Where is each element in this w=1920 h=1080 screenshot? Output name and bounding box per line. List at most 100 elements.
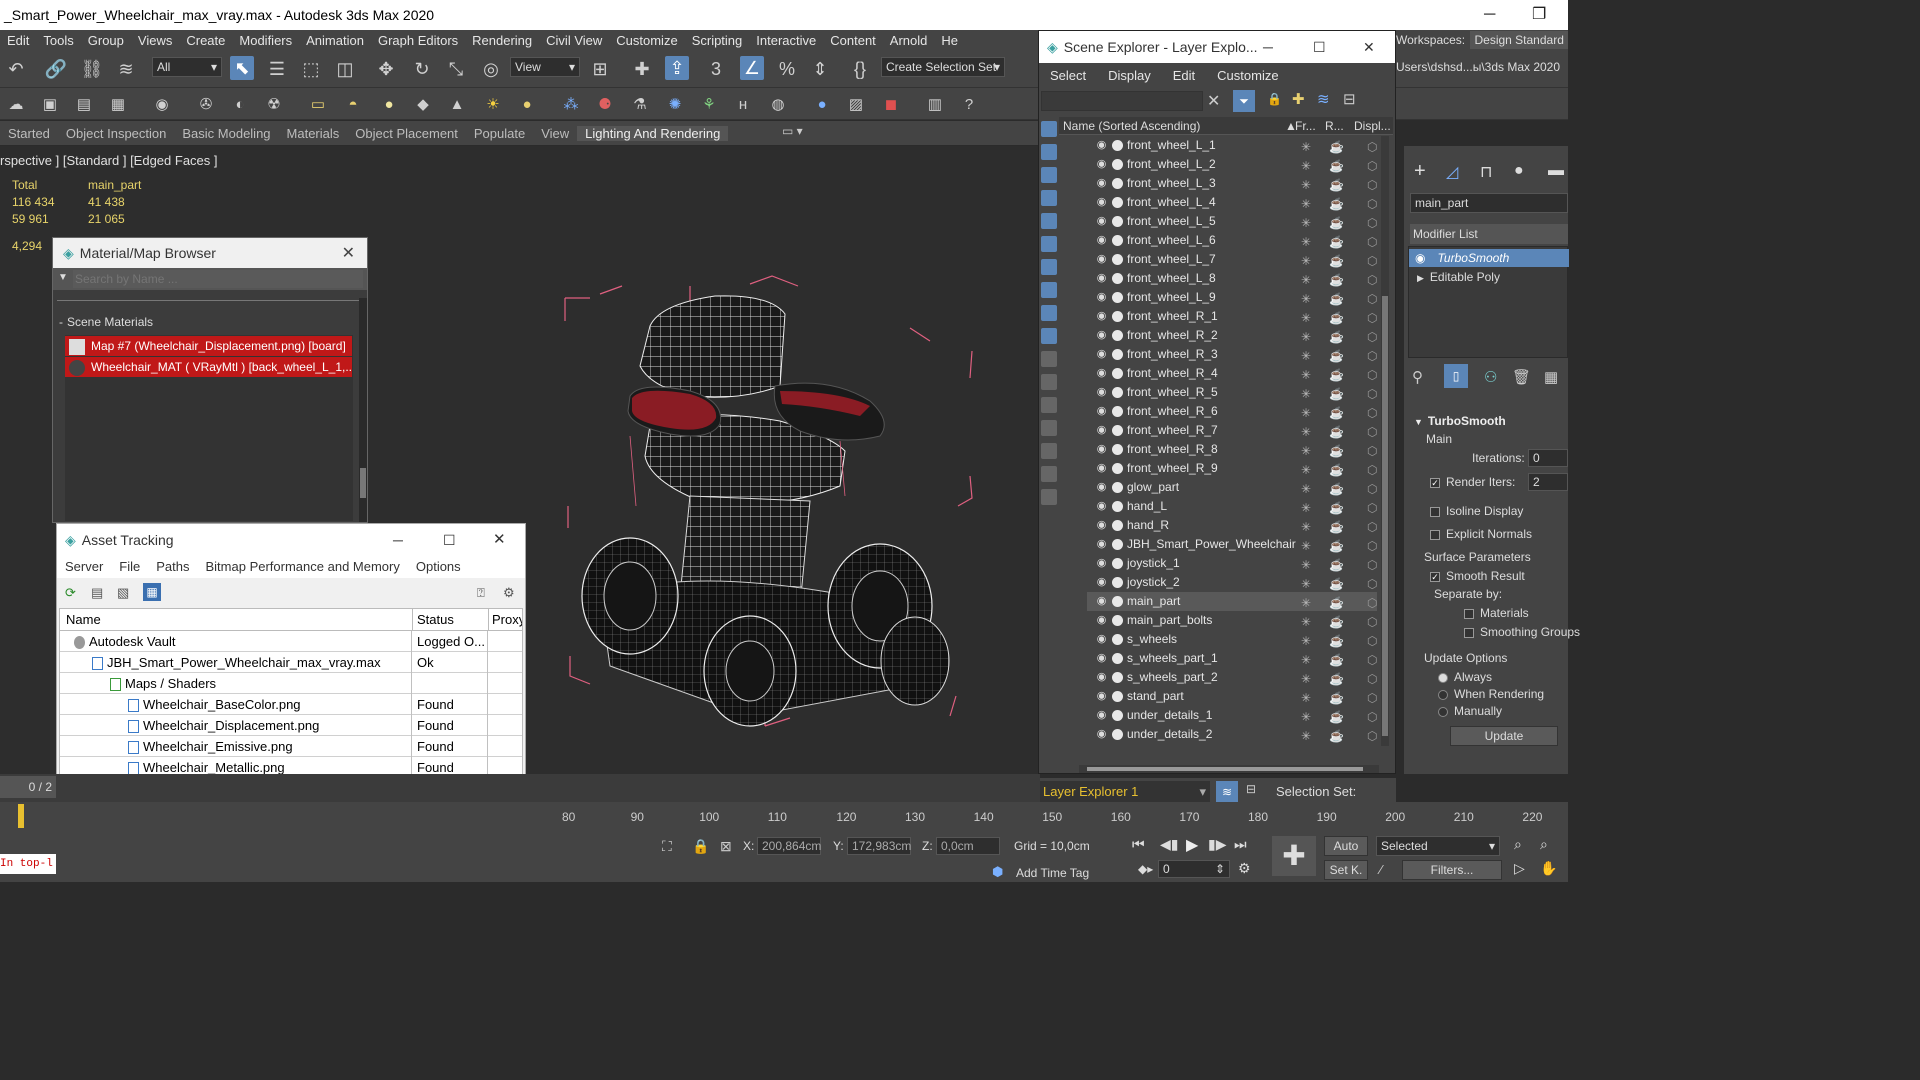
isoline-display-checkbox[interactable]: Isoline Display bbox=[1430, 504, 1523, 518]
visibility-eye-icon[interactable]: ◉ bbox=[1095, 728, 1108, 741]
asset-menu-server[interactable]: Server bbox=[57, 556, 111, 578]
time-slider[interactable]: 0 / 2 bbox=[0, 774, 1040, 802]
vray-frame-buffer-icon[interactable]: ▨ bbox=[844, 92, 868, 116]
scene-object-row[interactable]: ◉ front_wheel_R_8 ✳ ☕ ⬡ bbox=[1087, 440, 1377, 459]
modifier-turbosmooth[interactable]: ◉ TurboSmooth bbox=[1409, 249, 1569, 267]
visibility-eye-icon[interactable]: ◉ bbox=[1095, 424, 1108, 437]
fur-object-icon[interactable]: ⚘ bbox=[697, 92, 721, 116]
go-to-end-icon[interactable]: ⏭ bbox=[1234, 836, 1247, 853]
light-bulb-icon[interactable] bbox=[1112, 197, 1123, 208]
light-bulb-icon[interactable] bbox=[1112, 387, 1123, 398]
spinner-snap-icon[interactable]: ⇕ bbox=[808, 57, 832, 81]
link-icon[interactable]: 🔗 bbox=[44, 57, 68, 81]
visibility-eye-icon[interactable]: ◉ bbox=[1095, 538, 1108, 551]
scene-object-row[interactable]: ◉ front_wheel_L_1 ✳ ☕ ⬡ bbox=[1087, 136, 1377, 155]
x-coordinate-field[interactable]: 200,864cm bbox=[757, 837, 821, 855]
select-by-name-icon[interactable]: ☰ bbox=[265, 57, 289, 81]
key-filter-dropdown[interactable]: Selected ▾ bbox=[1376, 836, 1500, 856]
menu-customize[interactable]: Customize bbox=[609, 33, 684, 48]
filter-display-none-icon[interactable] bbox=[1041, 420, 1057, 436]
menu-animation[interactable]: Animation bbox=[299, 33, 371, 48]
visibility-eye-icon[interactable]: ◉ bbox=[1095, 177, 1108, 190]
filter-invert-icon[interactable] bbox=[1041, 443, 1057, 459]
light-bulb-icon[interactable] bbox=[1112, 368, 1123, 379]
renderable-teapot-icon[interactable]: ☕ bbox=[1329, 727, 1344, 746]
asset-menu-options[interactable]: Options bbox=[408, 556, 469, 578]
column-name-sorted[interactable]: Name (Sorted Ascending) bbox=[1063, 117, 1200, 135]
visibility-eye-icon[interactable]: ◉ bbox=[1095, 557, 1108, 570]
scene-list-scrollbar[interactable] bbox=[1381, 136, 1389, 746]
scene-object-row[interactable]: ◉ under_details_2 ✳ ☕ ⬡ bbox=[1087, 725, 1377, 744]
rectangular-selection-icon[interactable]: ⬚ bbox=[299, 57, 323, 81]
play-icon[interactable]: ▶ bbox=[1186, 835, 1198, 855]
smoothing-groups-checkbox[interactable]: Smoothing Groups bbox=[1464, 625, 1580, 639]
light-bulb-icon[interactable] bbox=[1112, 444, 1123, 455]
absolute-mode-icon[interactable]: ⊠ bbox=[720, 838, 732, 855]
show-end-result-icon[interactable]: ▯ bbox=[1444, 364, 1468, 388]
filter-bone-icon[interactable] bbox=[1041, 305, 1057, 321]
scene-object-row[interactable]: ◉ joystick_2 ✳ ☕ ⬡ bbox=[1087, 573, 1377, 592]
close-icon[interactable]: ✕ bbox=[342, 243, 355, 263]
keyboard-shortcut-override-icon[interactable]: ⇪ bbox=[665, 56, 689, 80]
scene-object-row[interactable]: ◉ front_wheel_R_3 ✳ ☕ ⬡ bbox=[1087, 345, 1377, 364]
key-filters-icon[interactable]: ⁄ bbox=[1380, 862, 1382, 877]
menu-create[interactable]: Create bbox=[179, 33, 232, 48]
menu-edit[interactable]: Edit bbox=[0, 33, 36, 48]
reference-coordinate-dropdown[interactable]: View ▾ bbox=[510, 57, 580, 77]
update-always-radio[interactable]: Always bbox=[1438, 670, 1492, 684]
menu-arnold[interactable]: Arnold bbox=[883, 33, 935, 48]
menu-tools[interactable]: Tools bbox=[36, 33, 80, 48]
filter-frozen-icon[interactable] bbox=[1041, 351, 1057, 367]
visibility-eye-icon[interactable]: ◉ bbox=[1095, 367, 1108, 380]
visibility-eye-icon[interactable]: ◉ bbox=[1095, 196, 1108, 209]
visibility-eye-icon[interactable]: ◉ bbox=[1095, 310, 1108, 323]
cloud-icon[interactable]: ☁ bbox=[4, 92, 28, 116]
ribbon-tab-started[interactable]: Started bbox=[0, 126, 58, 141]
visibility-eye-icon[interactable]: ◉ bbox=[1095, 652, 1108, 665]
hierarchy-mode-icon[interactable]: ⊟ bbox=[1246, 782, 1256, 796]
motion-tab-icon[interactable]: ● bbox=[1514, 162, 1524, 180]
hf-icon[interactable]: ʜ bbox=[731, 92, 755, 116]
settings-icon[interactable]: ⚙ bbox=[503, 585, 515, 601]
light-bulb-icon[interactable] bbox=[1112, 634, 1123, 645]
update-when-rendering-radio[interactable]: When Rendering bbox=[1438, 687, 1544, 701]
scene-object-row[interactable]: ◉ under_details_1 ✳ ☕ ⬡ bbox=[1087, 706, 1377, 725]
minimize-button[interactable]: ─ bbox=[1484, 0, 1495, 30]
maxscript-listener[interactable]: In top-l bbox=[0, 854, 56, 874]
scene-object-row[interactable]: ◉ front_wheel_L_2 ✳ ☕ ⬡ bbox=[1087, 155, 1377, 174]
sphere-light-icon[interactable]: ● bbox=[377, 92, 401, 116]
material-item-displacement[interactable]: Map #7 (Wheelchair_Displacement.png) [bo… bbox=[65, 336, 352, 356]
add-time-tag-button[interactable]: Add Time Tag bbox=[1016, 866, 1089, 880]
pin-stack-icon[interactable]: ⚲ bbox=[1412, 368, 1423, 386]
close-icon[interactable]: ✕ bbox=[1363, 31, 1375, 63]
mesh-light-icon[interactable]: ◆ bbox=[411, 92, 435, 116]
explicit-normals-checkbox[interactable]: Explicit Normals bbox=[1430, 527, 1532, 541]
restore-button[interactable]: ❐ bbox=[1532, 0, 1546, 30]
menu-group[interactable]: Group bbox=[81, 33, 131, 48]
select-manipulate-icon[interactable]: ✚ bbox=[630, 57, 654, 81]
scene-object-row[interactable]: ◉ front_wheel_L_7 ✳ ☕ ⬡ bbox=[1087, 250, 1377, 269]
isolate-selection-icon[interactable]: ⛶ bbox=[662, 838, 672, 855]
column-display[interactable]: Displ... bbox=[1354, 117, 1391, 135]
selection-lock-icon[interactable]: 🔒 bbox=[692, 838, 709, 855]
scene-object-row[interactable]: ◉ s_wheels_part_2 ✳ ☕ ⬡ bbox=[1087, 668, 1377, 687]
light-bulb-icon[interactable] bbox=[1112, 691, 1123, 702]
ribbon-tab-object-inspection[interactable]: Object Inspection bbox=[58, 126, 174, 141]
refresh-icon[interactable]: ⟳ bbox=[65, 585, 76, 601]
asset-row[interactable]: Wheelchair_BaseColor.png Found bbox=[60, 694, 522, 715]
lock-icon[interactable]: 🔒 bbox=[1267, 92, 1282, 106]
light-bulb-icon[interactable] bbox=[1112, 349, 1123, 360]
scene-object-row[interactable]: ◉ joystick_1 ✳ ☕ ⬡ bbox=[1087, 554, 1377, 573]
column-renderable[interactable]: R... bbox=[1325, 117, 1344, 135]
scene-object-row[interactable]: ◉ s_wheels ✳ ☕ ⬡ bbox=[1087, 630, 1377, 649]
update-manually-radio[interactable]: Manually bbox=[1438, 704, 1502, 718]
light-bulb-icon[interactable] bbox=[1112, 406, 1123, 417]
filter-icon[interactable]: ⏷ bbox=[1233, 90, 1255, 112]
hierarchy-tab-icon[interactable]: ⊓ bbox=[1480, 162, 1492, 182]
rendered-frame-window-icon[interactable]: ▦ bbox=[106, 92, 130, 116]
visibility-eye-icon[interactable]: ◉ bbox=[1095, 519, 1108, 532]
menu-he[interactable]: He bbox=[934, 33, 965, 48]
menu-scripting[interactable]: Scripting bbox=[685, 33, 750, 48]
set-key-button[interactable]: Set K. bbox=[1324, 860, 1368, 880]
object-name-field[interactable]: main_part bbox=[1410, 193, 1568, 213]
